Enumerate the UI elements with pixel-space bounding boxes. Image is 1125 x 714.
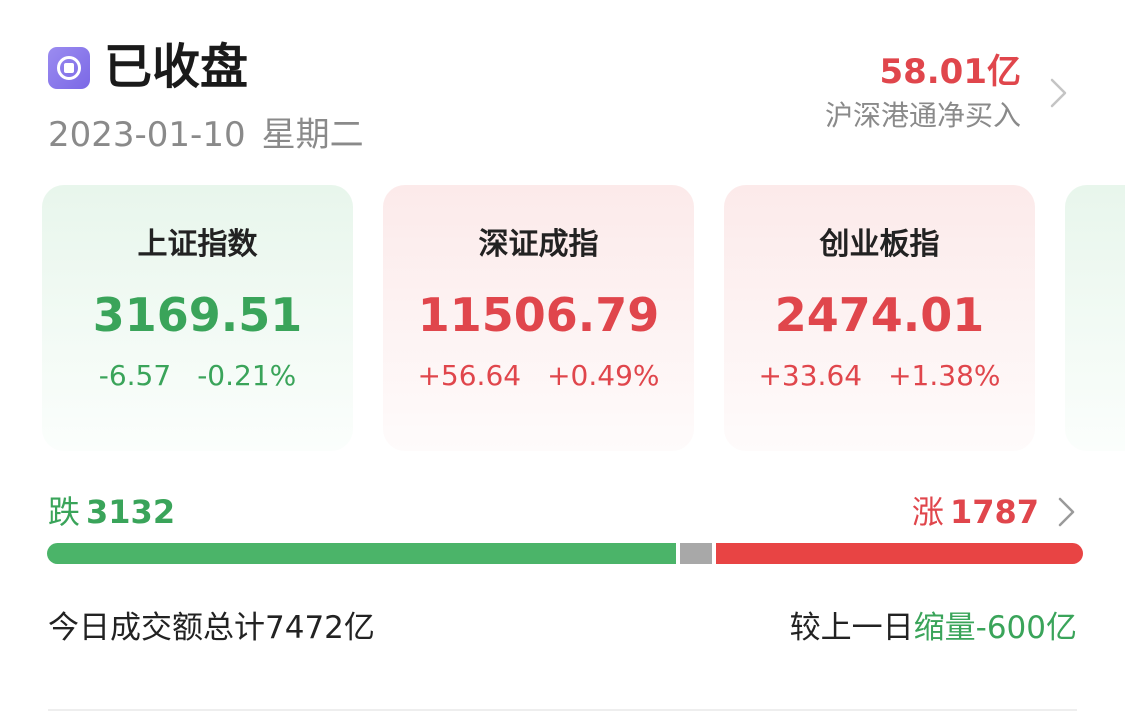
chevron-right-icon[interactable] [1043,78,1073,108]
divider [48,709,1077,711]
rise-count-number: 1787 [949,493,1039,531]
index-name: 深证成指 [478,227,599,262]
advance-decline-bar[interactable] [47,543,1083,564]
date-line: 2023-01-10 星期二 [48,112,364,158]
turnover-total: 今日成交额总计7472亿 [48,610,375,646]
index-change-pct: +0.49% [547,359,660,392]
turnover-compare: 较上一日缩量-600亿 [790,606,1077,650]
index-card-chinext[interactable]: 创业板指 2474.01 +33.64 +1.38% [724,185,1035,451]
index-value: 2474.01 [774,288,985,342]
index-change: -6.57 [98,359,172,392]
index-change-pct: +1.38% [888,359,1001,392]
fall-count-number: 3132 [86,493,176,531]
net-buy-label[interactable]: 沪深港通净买入 [825,96,1021,136]
index-name: 创业板指 [819,227,940,262]
index-name: 上证指数 [137,227,258,262]
rise-label-text: 涨 [911,493,944,531]
stop-square [64,63,74,73]
index-card-shanghai[interactable]: 上证指数 3169.51 -6.57 -0.21% [42,185,353,451]
compare-change: 缩量-600亿 [913,610,1077,646]
index-change: +56.64 [417,359,522,392]
index-card-shenzhen[interactable]: 深证成指 11506.79 +56.64 +0.49% [383,185,694,451]
weekday: 星期二 [261,115,364,155]
decline-segment [47,543,676,564]
flat-segment [680,543,712,564]
compare-prefix: 较上一日 [789,610,914,646]
trade-date: 2023-01-10 [48,115,246,155]
chevron-right-icon[interactable] [1051,497,1081,527]
fall-label-text: 跌 [48,493,81,531]
advance-segment [716,543,1083,564]
rise-count[interactable]: 涨 1787 [912,490,1039,534]
index-value: 3169.51 [92,288,303,342]
index-change-row: -6.57 -0.21% [42,357,353,395]
index-card-next-partial[interactable] [1065,185,1125,451]
fall-count: 跌 3132 [48,490,175,534]
net-buy-value[interactable]: 58.01亿 [879,50,1021,94]
index-change-row: +56.64 +0.49% [383,357,694,395]
market-status-title: 已收盘 [104,39,249,95]
index-change-pct: -0.21% [197,359,297,392]
index-change: +33.64 [758,359,863,392]
market-closed-icon [48,47,90,89]
index-change-row: +33.64 +1.38% [724,357,1035,395]
index-value: 11506.79 [417,288,660,342]
